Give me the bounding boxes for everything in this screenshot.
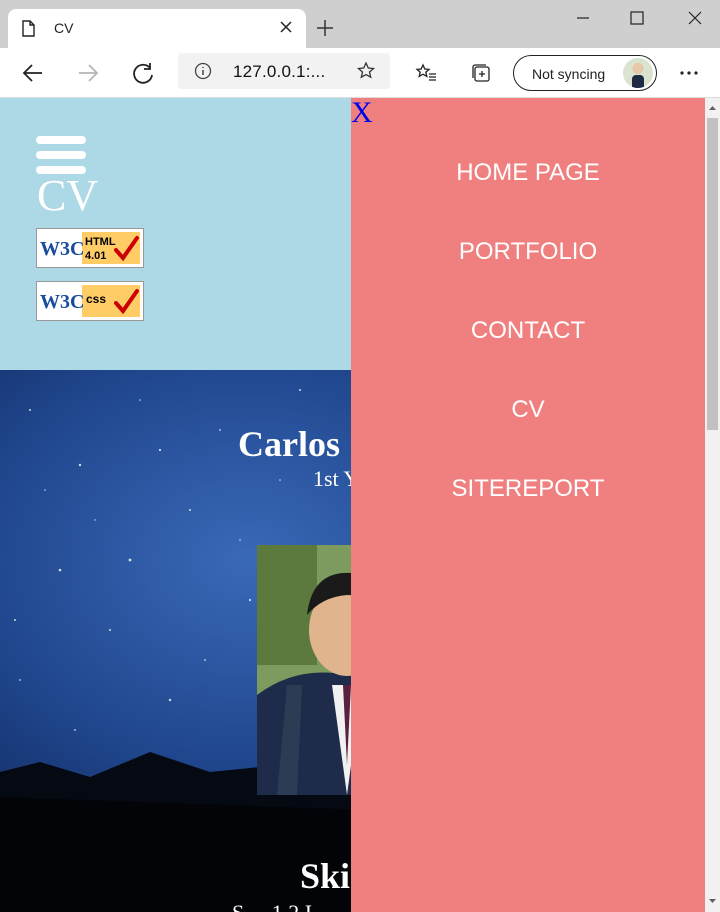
nav-link-cv[interactable]: CV bbox=[351, 396, 705, 424]
nav-link-home-page[interactable]: HOME PAGE bbox=[351, 159, 705, 187]
nav-link-sitereport[interactable]: SITEREPORT bbox=[351, 475, 705, 503]
address-bar[interactable]: 127.0.0.1:... bbox=[178, 53, 390, 89]
close-tab-icon[interactable] bbox=[276, 17, 296, 37]
url-text: 127.0.0.1:... bbox=[233, 62, 326, 81]
w3c-css-badge[interactable]: W3C css bbox=[36, 281, 144, 321]
page-viewport: CV W3C HTML 4.01 W3C css Carlos 1st Y Sk… bbox=[0, 98, 705, 912]
sync-profile-button[interactable]: Not syncing bbox=[513, 55, 657, 91]
back-icon[interactable] bbox=[20, 60, 46, 86]
nav-link-contact[interactable]: CONTACT bbox=[351, 317, 705, 345]
info-icon[interactable] bbox=[194, 62, 212, 80]
w3c-logo-text: W3C bbox=[40, 238, 84, 260]
new-tab-icon[interactable] bbox=[314, 17, 336, 39]
browser-toolbar: 127.0.0.1:... Not syncing bbox=[0, 48, 720, 98]
collections-icon[interactable] bbox=[470, 62, 492, 84]
svg-text:HTML: HTML bbox=[85, 236, 116, 248]
svg-text:css: css bbox=[86, 292, 106, 306]
more-options-icon[interactable] bbox=[678, 62, 700, 84]
close-nav-button[interactable]: X bbox=[351, 98, 373, 128]
tab-cv[interactable]: CV bbox=[8, 9, 306, 48]
favorite-star-icon[interactable] bbox=[356, 61, 376, 81]
svg-text:4.01: 4.01 bbox=[85, 250, 106, 262]
hero-name: Carlos bbox=[238, 424, 340, 464]
w3c-html-badge[interactable]: W3C HTML 4.01 bbox=[36, 228, 144, 268]
forward-icon[interactable] bbox=[75, 60, 101, 86]
tab-title: CV bbox=[54, 20, 74, 36]
scroll-down-arrow-icon[interactable] bbox=[708, 896, 717, 905]
page-scrollbar[interactable] bbox=[705, 98, 720, 912]
refresh-icon[interactable] bbox=[130, 60, 156, 86]
nav-link-portfolio[interactable]: PORTFOLIO bbox=[351, 238, 705, 266]
tab-strip: CV bbox=[0, 0, 720, 48]
hamburger-menu-icon[interactable] bbox=[36, 136, 86, 174]
close-window-icon[interactable] bbox=[685, 8, 705, 28]
scrollbar-thumb[interactable] bbox=[707, 118, 718, 430]
scroll-up-arrow-icon[interactable] bbox=[708, 104, 717, 113]
favorites-icon[interactable] bbox=[415, 62, 437, 84]
profile-avatar bbox=[623, 58, 653, 88]
side-nav: X HOME PAGE PORTFOLIO CONTACT CV SITEREP… bbox=[351, 98, 705, 912]
minimize-icon[interactable] bbox=[573, 8, 593, 28]
page-title: CV bbox=[37, 171, 99, 220]
skills-subtitle: S.... 1 2 I bbox=[232, 900, 312, 912]
maximize-icon[interactable] bbox=[627, 8, 647, 28]
skills-heading: Ski bbox=[300, 856, 351, 896]
document-icon bbox=[22, 20, 35, 37]
w3c-logo-text: W3C bbox=[40, 291, 84, 313]
sync-label: Not syncing bbox=[532, 66, 606, 82]
